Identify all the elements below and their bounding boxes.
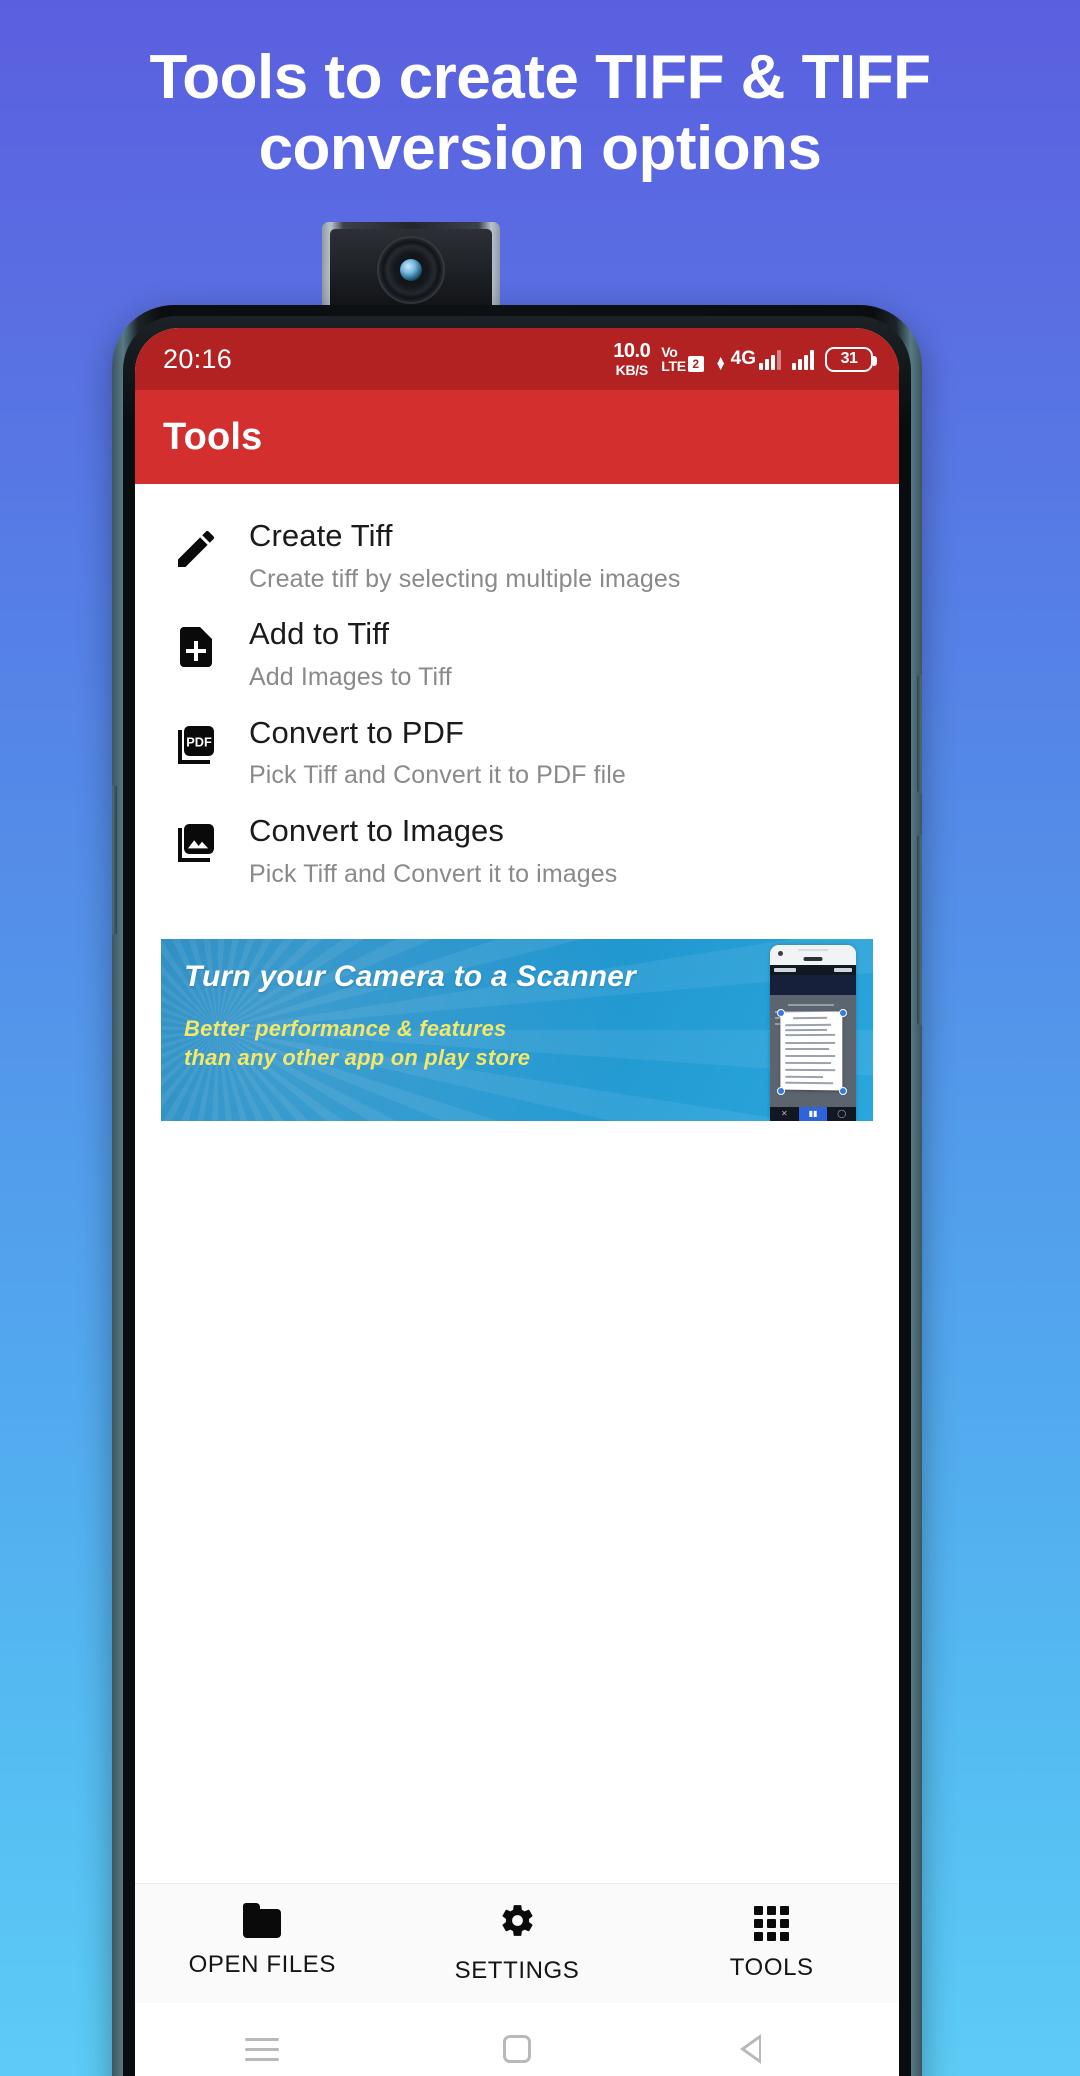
promo-screenshot: Tools to create TIFF & TIFF conversion o… — [0, 0, 1080, 2076]
ad-phone-filter-icon: ▮▮ — [798, 1107, 828, 1121]
crop-handle-top-right[interactable] — [839, 1009, 847, 1017]
system-recents-button[interactable] — [135, 2037, 390, 2061]
volte-indicator: Vo LTE 2 — [661, 345, 704, 373]
svg-text:PDF: PDF — [186, 734, 212, 749]
pencil-icon — [165, 515, 227, 573]
nav-item-label: SETTINGS — [454, 1957, 580, 1984]
data-transfer-arrows-icon: ▲ ▼ — [714, 352, 727, 374]
page-title: Tools — [163, 415, 263, 458]
ad-banner-subline-1: Better performance & features — [184, 1015, 507, 1041]
pdf-file-icon: PDF — [165, 712, 227, 770]
tool-item-subtitle: Create tiff by selecting multiple images — [249, 564, 681, 593]
ad-phone-bottom-bar: ✕ ▮▮ ◯ — [770, 1107, 856, 1121]
crop-handle-top-left[interactable] — [777, 1009, 785, 1017]
promo-headline: Tools to create TIFF & TIFF conversion o… — [149, 43, 931, 184]
tool-item-add-to-tiff[interactable]: Add to Tiff Add Images to Tiff — [135, 604, 899, 702]
crop-handle-bottom-left[interactable] — [777, 1087, 785, 1095]
recents-icon — [245, 2037, 280, 2061]
signal-bars-sim2-icon — [792, 348, 814, 370]
ad-banner-subtext: Better performance & features than any o… — [184, 1014, 682, 1072]
tool-item-title: Add to Tiff — [249, 616, 390, 652]
volte-label: Vo LTE — [661, 345, 686, 373]
tool-item-subtitle: Pick Tiff and Convert it to PDF file — [249, 761, 626, 790]
volume-button[interactable] — [917, 835, 922, 1025]
tool-item-create-tiff[interactable]: Create Tiff Create tiff by selecting mul… — [135, 506, 899, 604]
empty-content-area — [135, 1121, 899, 1883]
tools-list: Create Tiff Create tiff by selecting mul… — [135, 484, 899, 899]
bottom-navigation-bar: OPEN FILES SETTINGS TOOLS — [135, 1883, 899, 2003]
left-side-button[interactable] — [112, 785, 117, 935]
network-type-label: 4G — [730, 348, 756, 369]
ad-phone-front-camera-icon — [778, 951, 783, 956]
ad-banner[interactable]: Turn your Camera to a Scanner Better per… — [161, 939, 873, 1121]
tool-item-subtitle: Pick Tiff and Convert it to images — [249, 859, 618, 888]
tool-item-text: Convert to Images Pick Tiff and Convert … — [227, 810, 617, 890]
camera-lens-glint — [400, 258, 422, 281]
images-icon — [165, 810, 227, 868]
system-back-button[interactable] — [644, 2034, 899, 2064]
tool-item-text: Convert to PDF Pick Tiff and Convert it … — [227, 712, 626, 792]
tool-item-title: Convert to PDF — [249, 714, 465, 750]
gear-icon — [499, 1902, 536, 1944]
ad-banner-text: Turn your Camera to a Scanner Better per… — [184, 960, 682, 1072]
system-home-button[interactable] — [390, 2035, 645, 2063]
battery-indicator: 31 — [825, 346, 877, 372]
crop-handle-bottom-right[interactable] — [839, 1087, 847, 1095]
home-icon — [503, 2035, 531, 2063]
tool-item-convert-to-images[interactable]: Convert to Images Pick Tiff and Convert … — [135, 801, 899, 899]
ad-phone-earpiece-area — [770, 945, 856, 965]
popup-camera-housing — [330, 229, 492, 314]
ad-scanned-document — [780, 1011, 843, 1091]
tool-item-title: Convert to Images — [249, 812, 504, 848]
camera-lens-icon — [379, 237, 443, 302]
network-speed-indicator: 10.0 KB/S — [613, 341, 650, 377]
tool-item-text: Create Tiff Create tiff by selecting mul… — [227, 515, 681, 595]
ad-phone-top-line — [798, 949, 828, 951]
ad-phone-app-bar — [770, 975, 856, 995]
phone-screen: 20:16 10.0 KB/S Vo LTE 2 ▲ ▼ 4G 31 Tools… — [135, 328, 899, 2076]
folder-icon — [243, 1902, 282, 1938]
ad-phone-speaker — [803, 957, 823, 961]
file-add-icon — [165, 613, 227, 671]
ad-phone-crop-icon: ✕ — [780, 1109, 788, 1118]
mobile-data-indicator: ▲ ▼ 4G — [714, 348, 781, 374]
volte-line-2: LTE — [661, 358, 686, 374]
tool-item-title: Create Tiff — [249, 518, 393, 553]
nav-item-open-files[interactable]: OPEN FILES — [135, 1902, 390, 1979]
ad-phone-rotate-icon: ◯ — [837, 1109, 847, 1118]
grid-apps-icon — [754, 1905, 790, 1941]
network-speed-value: 10.0 — [613, 340, 651, 362]
nav-item-tools[interactable]: TOOLS — [644, 1905, 899, 1982]
ad-banner-container: Turn your Camera to a Scanner Better per… — [135, 899, 899, 1121]
tool-item-subtitle: Add Images to Tiff — [249, 663, 452, 691]
status-bar: 20:16 10.0 KB/S Vo LTE 2 ▲ ▼ 4G 31 — [135, 328, 899, 390]
ad-phone-status-bar — [770, 965, 856, 975]
nav-item-settings[interactable]: SETTINGS — [390, 1902, 645, 1985]
volte-line-1: Vo — [661, 344, 678, 360]
phone-device-frame: 20:16 10.0 KB/S Vo LTE 2 ▲ ▼ 4G 31 Tools… — [112, 305, 922, 2076]
status-indicators: 10.0 KB/S Vo LTE 2 ▲ ▼ 4G 31 — [613, 341, 877, 377]
popup-camera-module — [322, 222, 500, 314]
nav-item-label: OPEN FILES — [188, 1950, 337, 1978]
tool-item-convert-to-pdf[interactable]: PDF Convert to PDF Pick Tiff and Convert… — [135, 703, 899, 801]
back-icon — [740, 2034, 782, 2064]
system-navigation-bar — [135, 2003, 899, 2076]
network-speed-unit: KB/S — [615, 362, 649, 378]
tool-item-text: Add to Tiff Add Images to Tiff — [227, 613, 452, 693]
app-bar: Tools — [135, 390, 899, 484]
ad-phone-mockup: ✕ ▮▮ ◯ — [770, 945, 856, 1121]
sim-slot-badge: 2 — [687, 356, 704, 372]
ad-phone-scan-preview — [770, 995, 856, 1107]
power-button[interactable] — [917, 675, 922, 793]
signal-bars-sim1-icon — [759, 348, 781, 370]
nav-item-label: TOOLS — [729, 1953, 814, 1981]
status-clock: 20:16 — [163, 343, 233, 374]
ad-banner-headline: Turn your Camera to a Scanner — [184, 960, 637, 993]
ad-banner-subline-2: than any other app on play store — [184, 1044, 531, 1070]
